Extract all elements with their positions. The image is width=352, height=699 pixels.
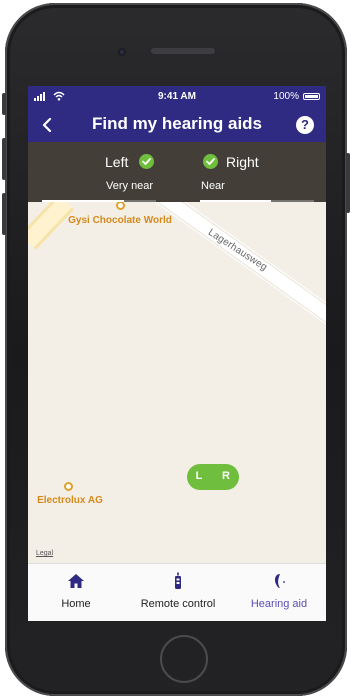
left-aid-name: Left bbox=[105, 154, 129, 170]
remote-icon bbox=[175, 572, 181, 589]
battery-icon bbox=[303, 93, 320, 100]
power-button bbox=[346, 153, 350, 213]
help-icon[interactable]: ? bbox=[296, 116, 314, 134]
mute-switch bbox=[2, 93, 6, 115]
proximity-panel: Left Very near Right Near bbox=[28, 142, 326, 202]
earpiece-speaker bbox=[151, 48, 215, 54]
map-view[interactable]: Gysi Chocolate World Lagerhausweg Electr… bbox=[28, 202, 326, 563]
header-bar: Find my hearing aids ? bbox=[28, 108, 326, 142]
app-screen: 9:41 AM 100% Find my hearing aids ? Gysi… bbox=[28, 86, 326, 621]
tab-label-home: Home bbox=[61, 598, 91, 610]
front-camera bbox=[118, 48, 126, 56]
marker-right-label: R bbox=[222, 470, 230, 482]
right-aid-distance: Near bbox=[201, 180, 225, 192]
left-aid-status: Left Very near bbox=[40, 142, 160, 202]
tab-home[interactable]: Home bbox=[28, 564, 124, 621]
tab-label-remote-control: Remote control bbox=[140, 598, 216, 610]
battery-percent: 100% bbox=[273, 91, 299, 102]
home-button[interactable] bbox=[160, 635, 208, 683]
left-signal-bar bbox=[42, 200, 156, 202]
tab-remote-control[interactable]: Remote control bbox=[124, 564, 232, 621]
left-aid-distance: Very near bbox=[106, 180, 154, 192]
right-aid-status: Right Near bbox=[198, 142, 318, 202]
page-title: Find my hearing aids bbox=[91, 114, 263, 133]
marker-left-label: L bbox=[195, 470, 203, 482]
right-aid-name: Right bbox=[226, 154, 259, 170]
tab-bar: Home Remote control Hearing aid bbox=[28, 563, 326, 621]
status-bar: 9:41 AM 100% bbox=[28, 86, 326, 108]
hearing-aid-icon bbox=[275, 574, 285, 588]
left-signal-fill bbox=[42, 200, 125, 202]
right-signal-bar bbox=[200, 200, 314, 202]
legal-link[interactable]: Legal bbox=[36, 550, 53, 557]
hearing-aid-location-marker[interactable]: L R bbox=[187, 464, 239, 490]
home-icon bbox=[68, 574, 84, 588]
check-circle-icon bbox=[139, 154, 154, 169]
right-signal-fill bbox=[200, 200, 271, 202]
poi-pin-icon bbox=[64, 482, 73, 491]
tab-label-hearing-aid: Hearing aid bbox=[250, 598, 308, 610]
volume-down-button bbox=[2, 193, 6, 235]
poi-gysi-chocolate-world[interactable]: Gysi Chocolate World bbox=[68, 215, 172, 226]
volume-up-button bbox=[2, 138, 6, 180]
tab-hearing-aid[interactable]: Hearing aid bbox=[232, 564, 326, 621]
poi-electrolux-ag[interactable]: Electrolux AG bbox=[32, 495, 108, 506]
map-roads bbox=[28, 202, 326, 325]
check-circle-icon bbox=[203, 154, 218, 169]
